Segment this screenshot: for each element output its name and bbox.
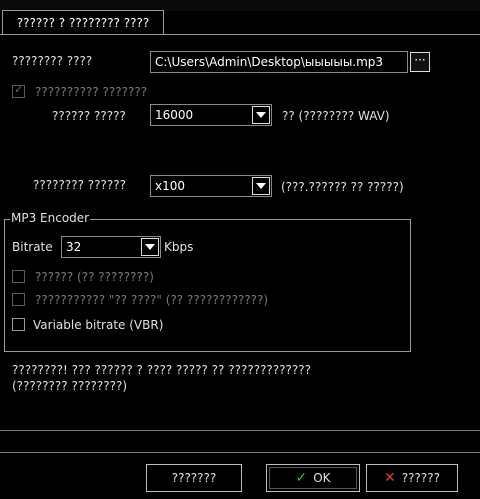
sample-rate-value: 16000	[155, 108, 194, 122]
option1-checkbox[interactable]	[12, 270, 25, 283]
note-line-2: (???????? ????????)	[12, 379, 128, 393]
bitrate-value: 32	[66, 240, 82, 254]
option1-label: ?????? (?? ????????)	[35, 270, 154, 284]
sample-rate-label: ?????? ?????	[52, 109, 126, 123]
cancel-button[interactable]: ✕??????	[366, 464, 458, 492]
tab-panel-border	[0, 34, 480, 35]
output-file-label: ???????? ????	[12, 54, 93, 68]
option2-checkbox[interactable]	[12, 293, 25, 306]
wav-checkbox[interactable]: ✓	[12, 83, 25, 98]
bitrate-label: Bitrate	[12, 240, 53, 254]
sample-rate-select[interactable]: 16000	[150, 104, 272, 126]
output-file-input[interactable]: C:\Users\Admin\Desktop\ыыыыы.mp3	[150, 51, 408, 73]
bitrate-unit: Kbps	[164, 240, 194, 254]
divider	[0, 430, 480, 431]
cancel-button-label: ??????	[401, 471, 440, 485]
chevron-down-icon[interactable]	[252, 177, 270, 195]
bitrate-select[interactable]: 32	[61, 236, 161, 258]
speed-label: ???????? ??????	[33, 178, 126, 192]
speed-value: x100	[155, 179, 186, 193]
option2-label: ??????????? "?? ????" (?? ????????????)	[35, 293, 269, 307]
check-icon: ✓	[295, 470, 308, 486]
help-button-label: ???????	[171, 471, 217, 485]
divider	[0, 452, 480, 453]
check-icon: ✓	[14, 83, 24, 96]
mp3-encoder-title: MP3 Encoder	[10, 211, 91, 225]
vbr-label: Variable bitrate (VBR)	[33, 318, 164, 332]
vbr-checkbox[interactable]	[12, 318, 25, 331]
ellipsis-icon: ···	[414, 53, 426, 67]
help-button[interactable]: ???????	[146, 464, 242, 492]
wav-checkbox-label: ?????????? ???????	[35, 85, 148, 99]
ok-button[interactable]: ✓ OK	[266, 464, 360, 492]
tab-output-settings[interactable]: ?????? ? ???????? ????	[2, 10, 164, 34]
browse-button[interactable]: ···	[410, 52, 430, 72]
note-line-1: ????????! ??? ?????? ? ???? ????? ?? ???…	[12, 363, 312, 377]
chevron-down-icon[interactable]	[252, 106, 270, 124]
sample-rate-hint: ?? (???????? WAV)	[282, 109, 390, 123]
ok-button-label: OK	[313, 471, 331, 485]
chevron-down-icon[interactable]	[141, 238, 159, 256]
speed-select[interactable]: x100	[150, 175, 272, 197]
speed-hint: (???.?????? ?? ?????)	[281, 180, 404, 194]
close-icon: ✕	[384, 470, 396, 486]
